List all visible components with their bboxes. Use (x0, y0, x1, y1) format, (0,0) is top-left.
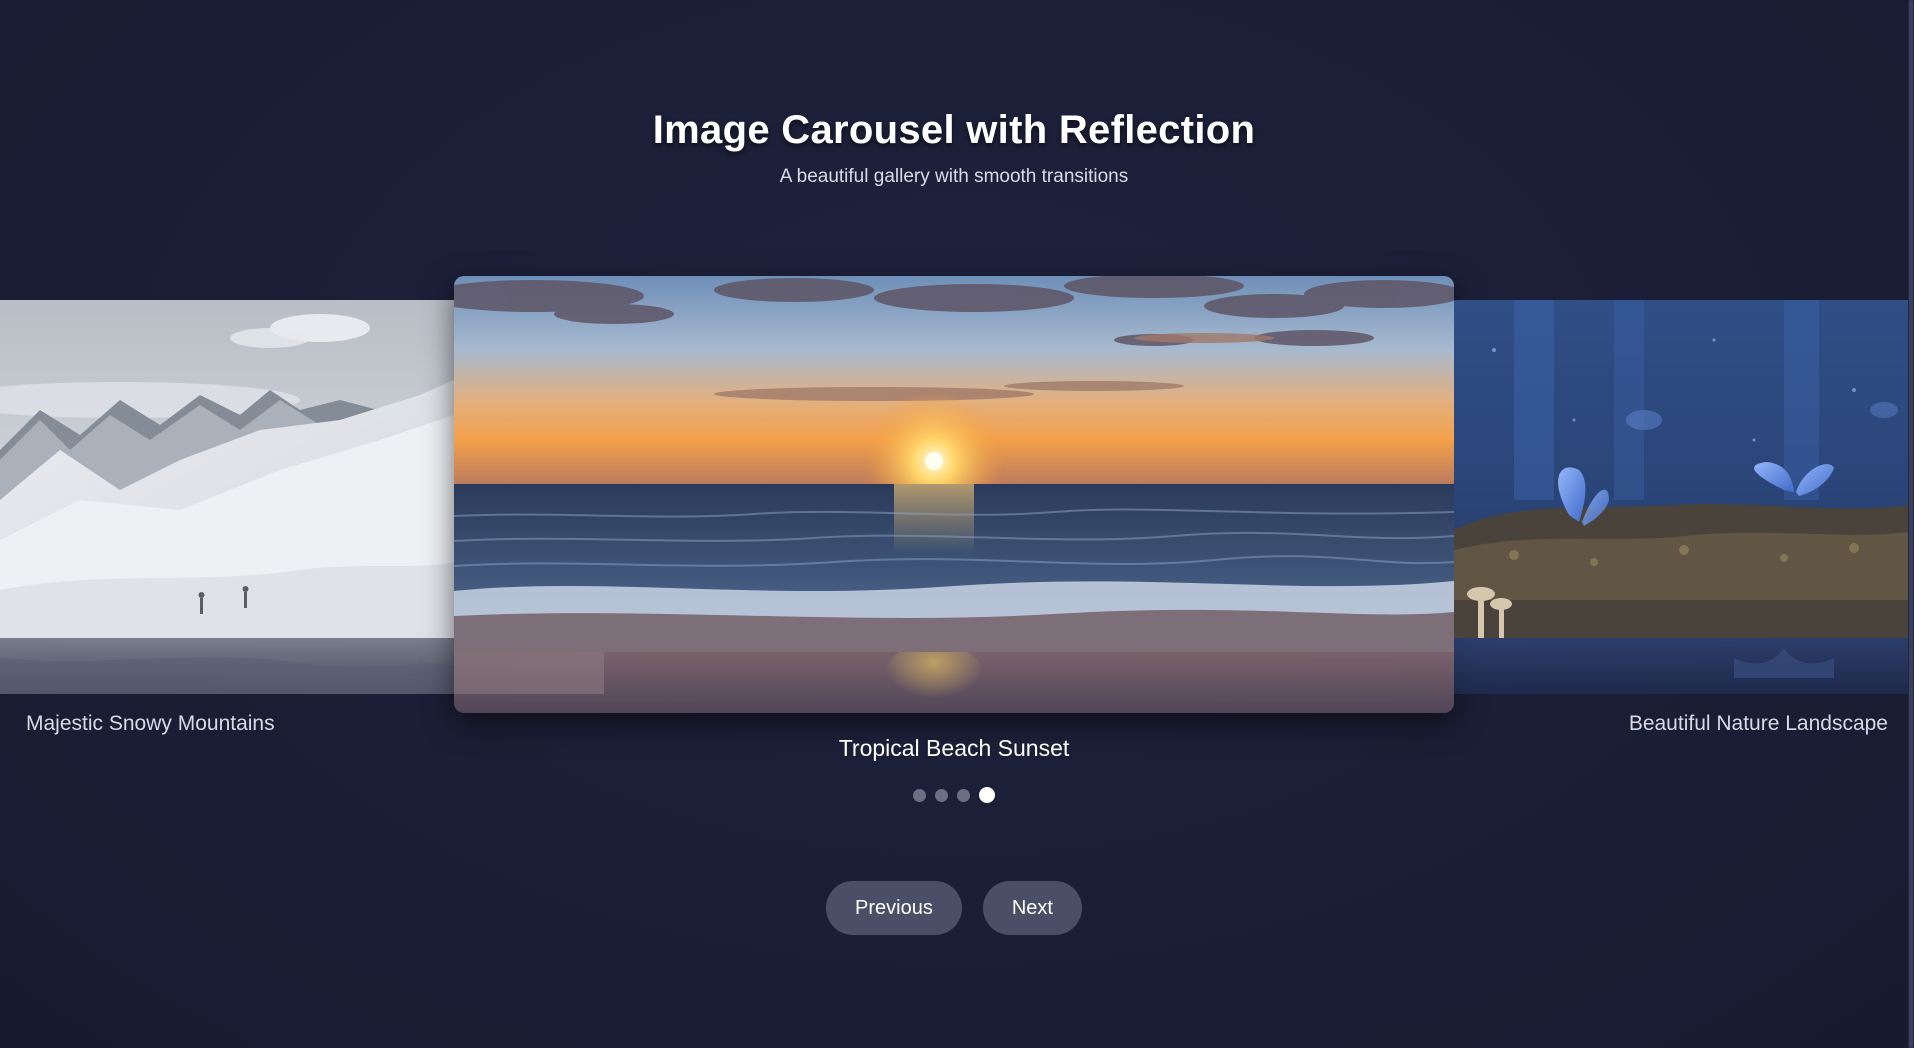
pagination-dot-1[interactable] (913, 788, 926, 802)
carousel-pagination (0, 787, 1908, 803)
beach-image (454, 276, 1454, 652)
page-title: Image Carousel with Reflection (652, 108, 1256, 152)
pagination-dot-4[interactable] (979, 787, 995, 803)
pagination-dot-2[interactable] (935, 788, 948, 802)
mountains-reflection (0, 638, 454, 694)
scrollbar-thumb[interactable] (1909, 0, 1913, 1048)
inactive-overlay (0, 300, 454, 638)
nature-image (1454, 300, 1908, 638)
previous-button[interactable]: Previous (826, 881, 962, 935)
carousel-slide-nature[interactable] (1454, 300, 1908, 694)
scrollbar-track[interactable] (1908, 0, 1914, 1048)
caption-mountains: Majestic Snowy Mountains (26, 712, 275, 735)
caption-beach: Tropical Beach Sunset (838, 735, 1070, 761)
carousel-slide-beach[interactable] (454, 276, 1454, 713)
beach-reflection (454, 652, 1454, 713)
page-subtitle: A beautiful gallery with smooth transiti… (779, 166, 1129, 187)
next-button[interactable]: Next (982, 881, 1082, 935)
caption-nature: Beautiful Nature Landscape (1628, 712, 1888, 735)
nature-reflection (1454, 638, 1908, 694)
carousel-slide-mountains[interactable] (0, 300, 454, 694)
carousel-controls: Previous Next (0, 881, 1908, 935)
inactive-overlay (1454, 300, 1908, 638)
mountains-image (0, 300, 454, 638)
pagination-dot-3[interactable] (957, 788, 970, 802)
